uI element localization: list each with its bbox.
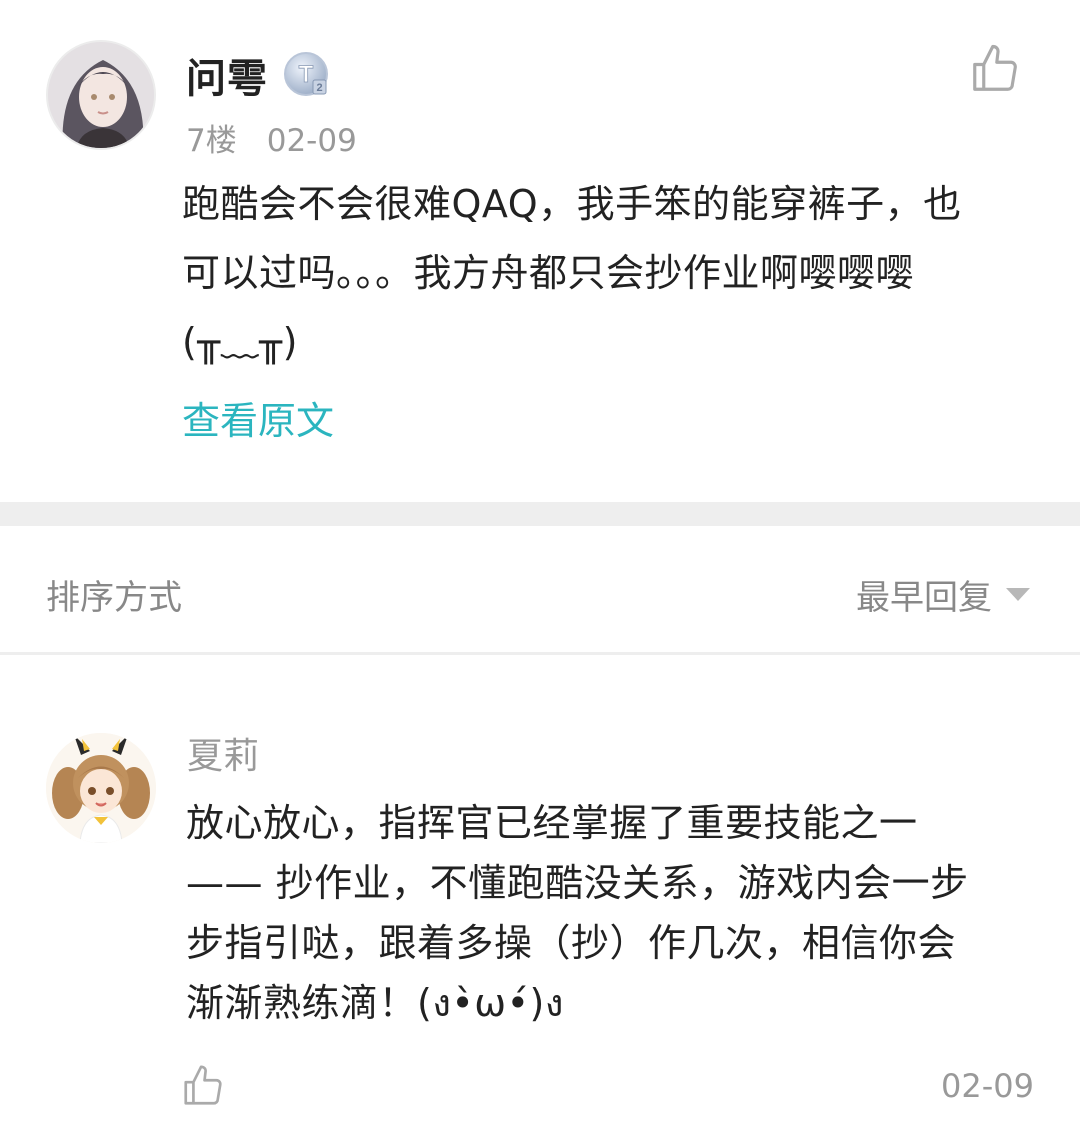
reply-content: 放心放心，指挥官已经掌握了重要技能之一 —— 抄作业，不懂跑酷没关系，游戏内会一… [186,793,1036,1033]
reply-content-line: 渐渐熟练滴！(ง•̀ω•́)ง [186,981,564,1025]
post-meta: 7楼 02-09 [186,115,357,160]
svg-text:2: 2 [316,82,322,94]
level-badge-icon: T 2 [282,50,330,98]
section-separator [0,502,1080,526]
reply-author-name[interactable]: 夏莉 [187,727,259,779]
author-avatar[interactable] [46,40,156,150]
sort-label: 排序方式 [46,578,182,618]
post-content: 跑酷会不会很难QAQ，我手笨的能穿裤子，也 可以过吗。。。我方舟都只会抄作业啊嘤… [182,170,1032,377]
sort-selected-value: 最早回复 [856,578,992,618]
like-button[interactable] [968,42,1022,96]
post-date: 02-09 [266,123,357,159]
caret-down-icon [1006,588,1030,601]
reply-item: 夏莉 放心放心，指挥官已经掌握了重要技能之一 —— 抄作业，不懂跑酷没关系，游戏… [0,655,1080,1146]
reply-content-line: 步指引哒，跟着多操（抄）作几次，相信你会 [186,921,957,965]
sort-bar: 排序方式 最早回复 [0,526,1080,652]
reply-like-button[interactable] [180,1063,226,1109]
thumbs-up-icon [184,1065,222,1105]
post-content-line: (╥﹏╥) [182,320,298,364]
reply-author-avatar[interactable] [46,733,156,843]
post-content-line: 可以过吗。。。我方舟都只会抄作业啊嘤嘤嘤 [182,251,915,295]
thumbs-up-icon [973,44,1017,91]
svg-text:T: T [299,61,314,88]
post-content-line: 跑酷会不会很难QAQ，我手笨的能穿裤子，也 [182,182,962,226]
author-name[interactable]: 问雩 [186,46,268,104]
reply-content-line: —— 抄作业，不懂跑酷没关系，游戏内会一步 [186,861,969,905]
post-card: 问雩 T 2 7楼 02-09 跑酷会不会很难QAQ，我手笨的能穿裤子，也 可以过… [0,0,1080,502]
reply-date: 02-09 [941,1067,1034,1105]
reply-content-line: 放心放心，指挥官已经掌握了重要技能之一 [186,801,918,845]
sort-dropdown[interactable]: 最早回复 [856,570,1030,619]
floor-number: 7楼 [186,123,237,159]
view-original-link[interactable]: 查看原文 [182,390,334,445]
